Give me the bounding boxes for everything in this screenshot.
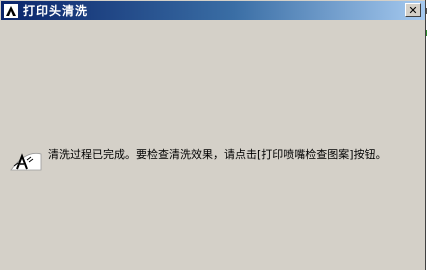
dialog-title: 打印头清洗 [23,4,89,18]
screen: 打印头清洗 ✕ 清洗过程已完成。要检查清洗效果，请点击[打印喷嘴检查图案]按钮。 [0,0,431,270]
background-window-edge [426,0,431,270]
background-window-fragment [426,8,431,14]
close-button[interactable]: ✕ [405,3,421,17]
title-bar[interactable]: 打印头清洗 ✕ [1,1,425,20]
printer-cleaning-icon [9,148,43,174]
background-window-fragment [426,30,431,36]
head-cleaning-dialog: 打印头清洗 ✕ 清洗过程已完成。要检查清洗效果，请点击[打印喷嘴检查图案]按钮。 [0,0,426,270]
printer-nozzle-icon [3,3,19,19]
completion-message: 清洗过程已完成。要检查清洗效果，请点击[打印喷嘴检查图案]按钮。 [48,148,387,161]
